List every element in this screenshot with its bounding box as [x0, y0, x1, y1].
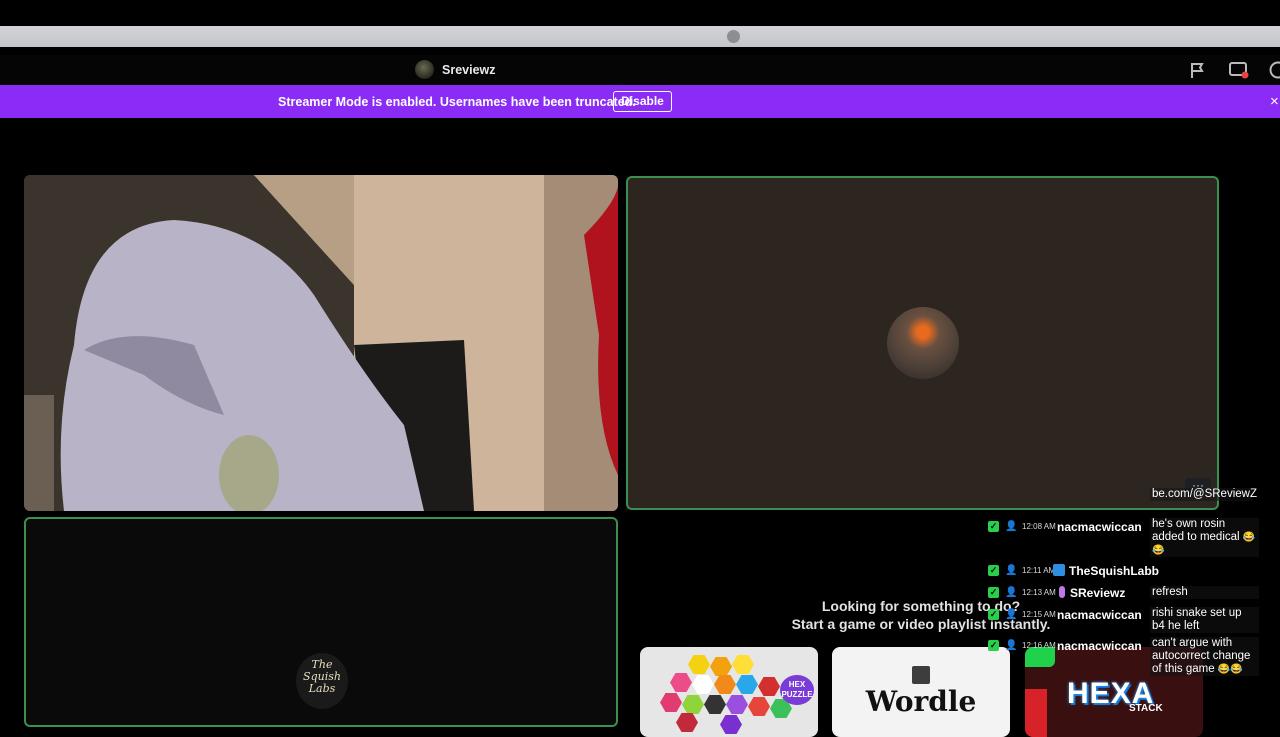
message-time: 12:15 AM: [1022, 610, 1056, 619]
hex-tile: [688, 655, 710, 674]
hex-puzzle-badge: HEX PUZZLE: [780, 675, 814, 705]
streamer-mode-banner: Streamer Mode is enabled. Usernames have…: [0, 85, 1280, 118]
message-time: 12:08 AM: [1022, 522, 1056, 531]
message-time: 12:13 AM: [1022, 588, 1056, 597]
flag-icon[interactable]: [1189, 61, 1207, 79]
scroll-thumb[interactable]: [727, 30, 740, 43]
hex-tile: [720, 715, 742, 734]
message-user: TheSquishLabb: [1069, 564, 1159, 578]
screen-share-icon[interactable]: [1229, 61, 1247, 79]
mic-icon: [1059, 586, 1065, 598]
user-icon: 👤: [1005, 609, 1015, 620]
banner-message: Streamer Mode is enabled. Usernames have…: [278, 95, 636, 109]
close-icon[interactable]: ×: [1270, 93, 1279, 110]
hex-tile: [670, 673, 692, 692]
message-text: refresh: [1150, 586, 1259, 599]
video-tile-camera[interactable]: [24, 175, 618, 511]
check-icon: ✓: [988, 587, 999, 598]
user-icon: 👤: [1005, 521, 1015, 532]
hex-tile: [710, 657, 732, 676]
hex-tile: [682, 695, 704, 714]
check-icon: ✓: [988, 521, 999, 532]
hex-tile: [692, 675, 714, 694]
channel-avatar: [415, 60, 434, 79]
badge-icon: [1053, 564, 1065, 576]
hex-tile: [660, 693, 682, 712]
participant-avatar: [887, 307, 959, 379]
check-icon: ✓: [988, 565, 999, 576]
squish-labs-logo: The Squish Labs: [296, 653, 348, 709]
message-user: nacmacwiccan: [1057, 608, 1142, 622]
message-time: 12:11 AM: [1022, 566, 1055, 575]
hex-tile: [676, 713, 698, 732]
wordle-grid-icon: [912, 666, 930, 684]
message-user: SReviewz: [1070, 586, 1125, 600]
hex-tile: [758, 677, 780, 696]
hex-tile: [726, 695, 748, 714]
hex-tile: [732, 655, 754, 674]
browser-scrollbar[interactable]: [0, 26, 1280, 47]
disable-button[interactable]: Disable: [613, 91, 672, 112]
chat-fragment: be.com/@SReviewZ: [1150, 488, 1252, 501]
hex-tile: [714, 675, 736, 694]
video-tile-participant[interactable]: [626, 176, 1219, 510]
user-icon: 👤: [1005, 565, 1015, 576]
message-text: rishi snake set up b4 he left: [1150, 607, 1259, 633]
title-bar: Sreviewz: [0, 55, 1280, 85]
chat-overlay: be.com/@SReviewZ ✓ 👤 12:08 AM nacmacwicc…: [983, 480, 1253, 720]
message-user: nacmacwiccan: [1057, 639, 1142, 653]
message-text: he's own rosin added to medical 😂😂: [1150, 518, 1259, 557]
user-icon: 👤: [1005, 587, 1015, 598]
camera-feed: [24, 175, 618, 511]
hex-tile: [748, 697, 770, 716]
help-icon[interactable]: [1269, 61, 1280, 79]
message-user: nacmacwiccan: [1057, 520, 1142, 534]
activity-card-hex-puzzle[interactable]: HEX PUZZLE: [640, 647, 818, 737]
message-text: can't argue with autocorrect change of t…: [1150, 637, 1259, 676]
check-icon: ✓: [988, 609, 999, 620]
user-icon: 👤: [1005, 640, 1015, 651]
hex-tile: [704, 695, 726, 714]
message-time: 12:16 AM: [1022, 641, 1056, 650]
check-icon: ✓: [988, 640, 999, 651]
hex-tile: [736, 675, 758, 694]
channel-name: Sreviewz: [442, 63, 496, 77]
